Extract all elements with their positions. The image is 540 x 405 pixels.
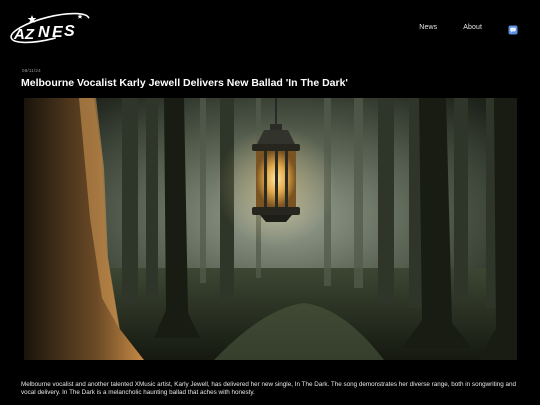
post-title: Melbourne Vocalist Karly Jewell Delivers… bbox=[21, 77, 348, 89]
logo-graphic: AZ N E S bbox=[8, 11, 92, 45]
nav-link-news[interactable]: News bbox=[419, 24, 437, 31]
page: AZ N E S News About 08/11/24 Melbourne V… bbox=[0, 0, 540, 405]
post-date: 08/11/24 bbox=[22, 68, 41, 73]
svg-text:N: N bbox=[38, 24, 50, 41]
site-header: AZ N E S News About bbox=[0, 0, 540, 60]
site-logo[interactable]: AZ N E S bbox=[8, 10, 96, 46]
post-body: Melbourne vocalist and another talented … bbox=[21, 381, 517, 397]
svg-text:AZ: AZ bbox=[13, 26, 35, 43]
main-nav: News About bbox=[393, 22, 518, 35]
svg-text:S: S bbox=[64, 23, 75, 40]
nav-link-about[interactable]: About bbox=[463, 24, 482, 31]
svg-text:E: E bbox=[52, 24, 64, 41]
chat-icon[interactable] bbox=[508, 22, 518, 35]
hero-image bbox=[24, 98, 517, 360]
